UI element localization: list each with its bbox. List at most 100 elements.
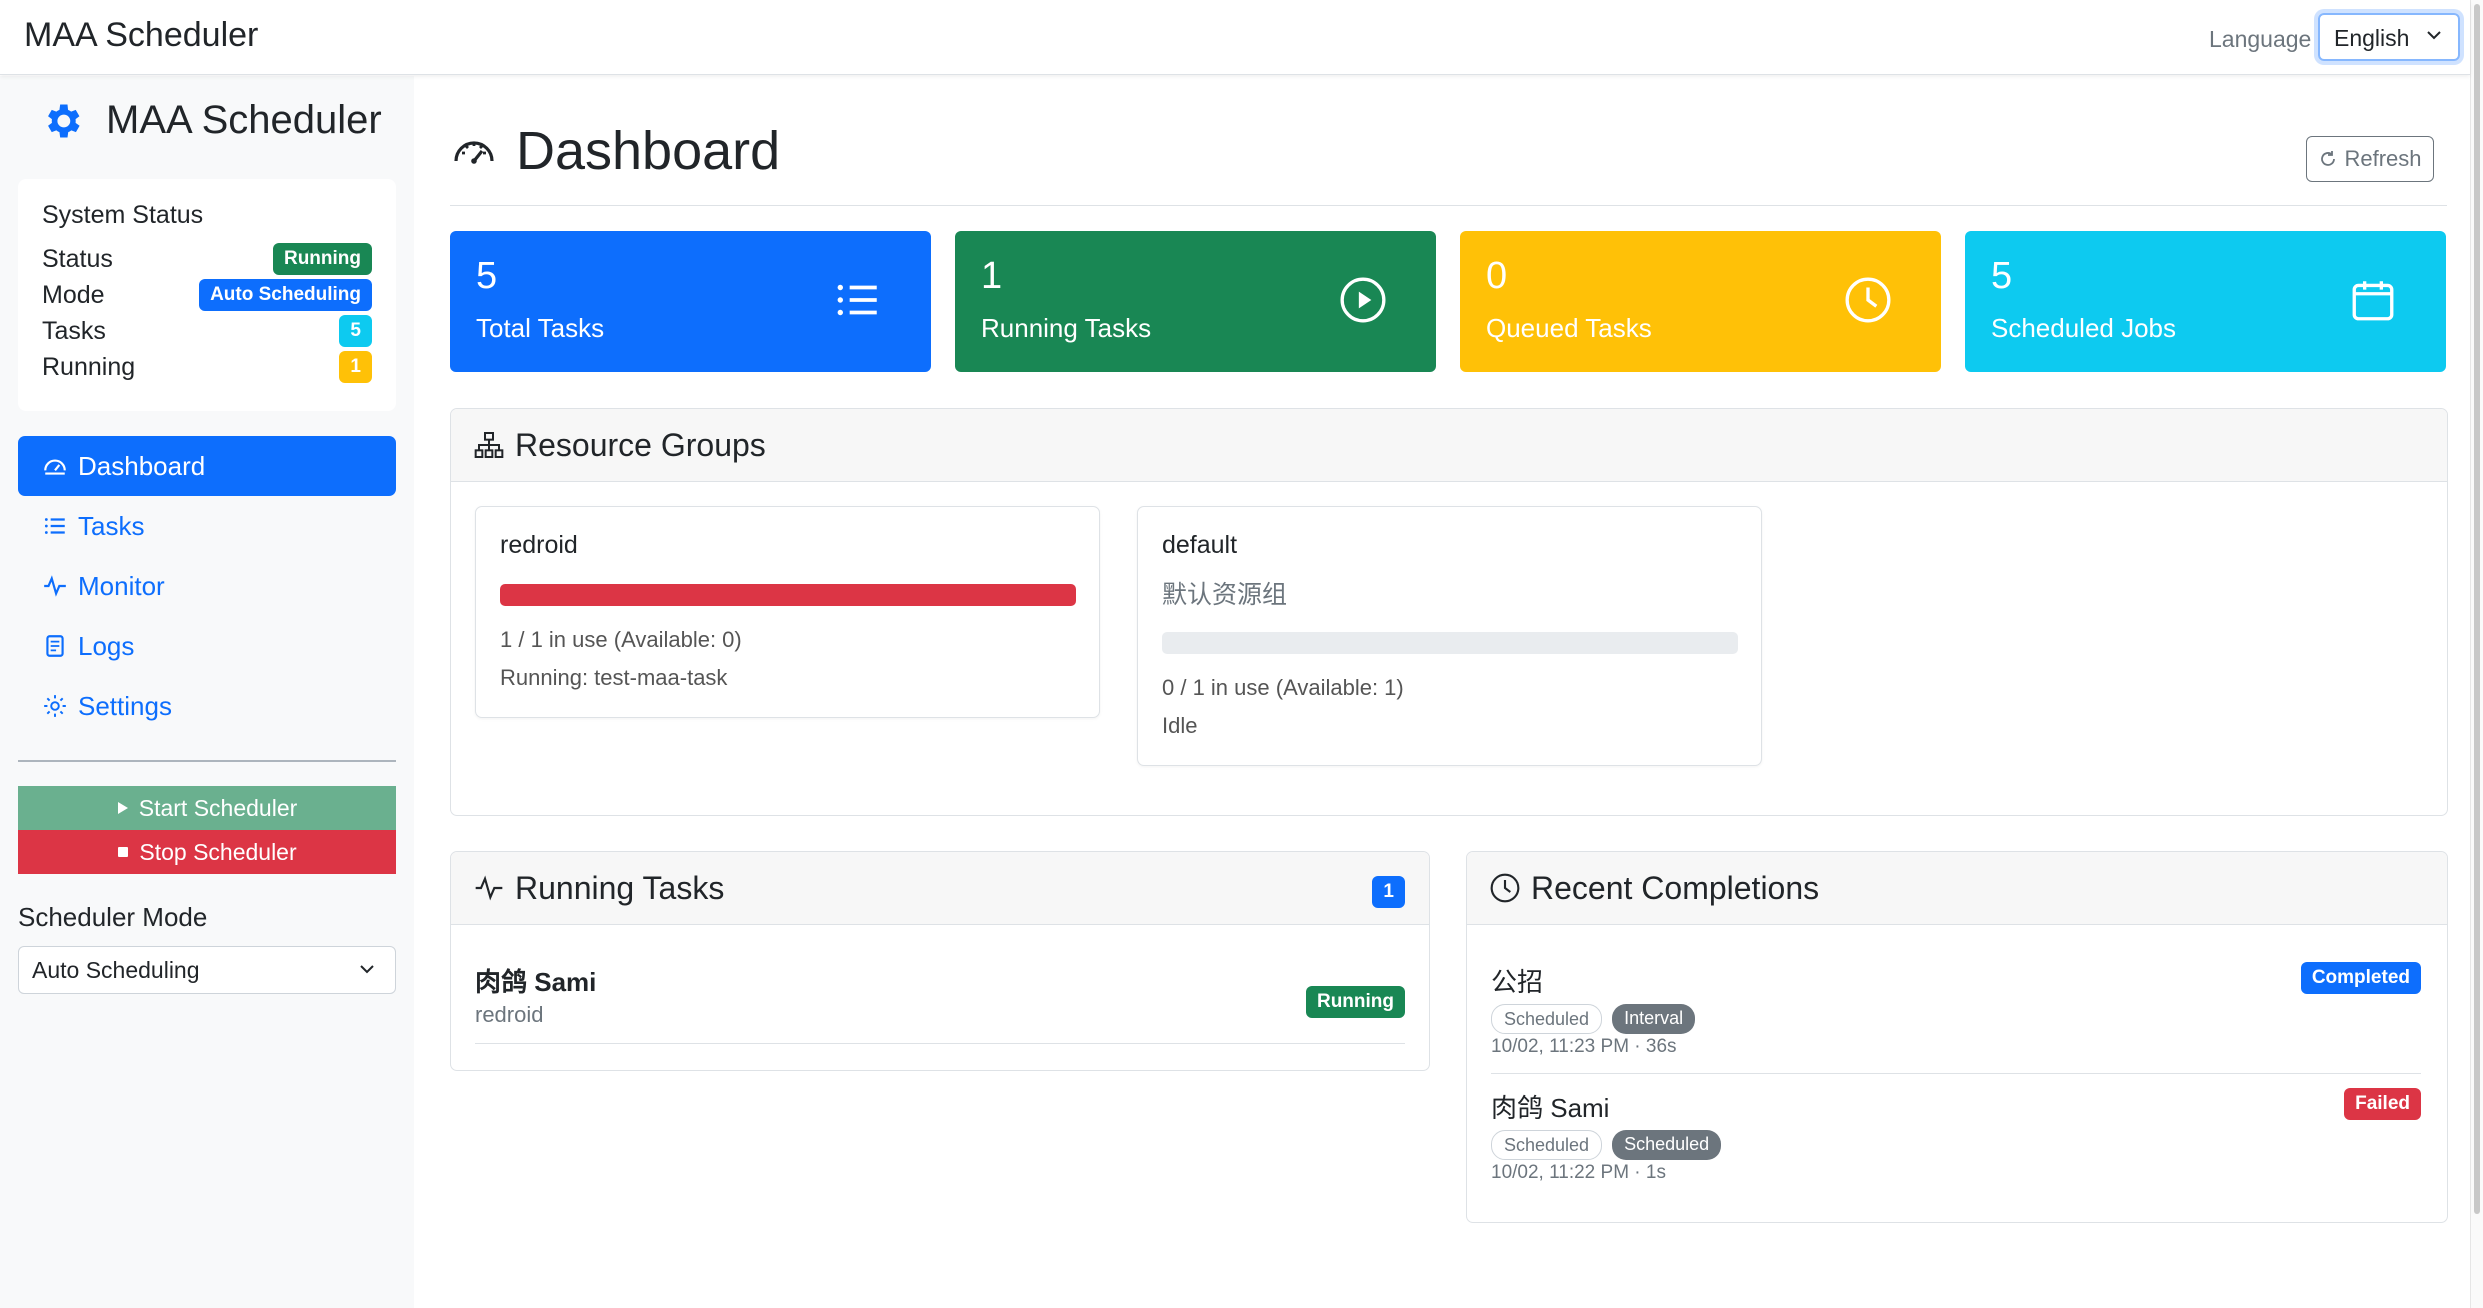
gear-icon — [44, 695, 66, 717]
scrollbar-thumb[interactable] — [2474, 4, 2480, 1214]
completion-status-badge: Failed — [2344, 1088, 2421, 1120]
tasks-row-label: Tasks — [42, 317, 106, 345]
scheduler-mode-select[interactable]: Auto Scheduling — [18, 946, 396, 994]
stop-scheduler-label: Stop Scheduler — [139, 838, 297, 865]
stat-card-queued-tasks[interactable]: 0 Queued Tasks — [1460, 231, 1941, 372]
resource-group-description: 默认资源组 — [1162, 581, 1288, 609]
status-badge: Running — [272, 243, 372, 275]
stat-card-scheduled-jobs[interactable]: 5 Scheduled Jobs — [1965, 231, 2446, 372]
running-task-name: 肉鸽 Sami — [475, 967, 597, 997]
trigger-tag: Scheduled — [1491, 1130, 1603, 1160]
resource-usage-fill — [500, 584, 1076, 606]
language-select[interactable]: English — [2318, 13, 2460, 61]
tasks-count-badge: 5 — [339, 315, 372, 347]
sidebar-item-label: Dashboard — [78, 450, 206, 481]
resource-group-card-redroid[interactable]: redroid 1 / 1 in use (Available: 0) Runn… — [475, 506, 1100, 718]
list-icon — [44, 518, 65, 534]
speedometer-icon — [454, 141, 494, 164]
play-icon — [117, 802, 128, 814]
page-scrollbar[interactable] — [2470, 0, 2483, 1308]
sidebar-item-label: Settings — [78, 690, 172, 721]
resource-group-name: redroid — [500, 531, 578, 559]
system-status-header: System Status — [42, 201, 204, 229]
sidebar: MAA Scheduler System Status Status Runni… — [0, 76, 414, 1308]
sidebar-item-label: Logs — [78, 630, 135, 661]
running-row: Running 1 — [42, 351, 372, 385]
recent-completions-title: Recent Completions — [1531, 869, 1820, 906]
resource-usage-bar — [1162, 632, 1738, 654]
completion-task-name: 肉鸽 Sami — [1491, 1093, 1610, 1123]
sidebar-item-settings[interactable]: Settings — [18, 676, 396, 736]
completion-tags: Scheduled Scheduled — [1491, 1130, 1722, 1160]
resource-groups-title: Resource Groups — [515, 426, 766, 463]
document-icon — [46, 635, 64, 657]
gear-icon — [48, 104, 80, 137]
completion-task-name: 公招 — [1491, 967, 1544, 997]
resource-group-card-default[interactable]: default 默认资源组 0 / 1 in use (Available: 1… — [1137, 506, 1762, 766]
status-row-label: Status — [42, 245, 113, 273]
stop-scheduler-button[interactable]: Stop Scheduler — [18, 830, 396, 874]
refresh-button[interactable]: Refresh — [2306, 136, 2434, 182]
resource-usage-text: 0 / 1 in use (Available: 1) — [1162, 675, 1404, 700]
stat-label: Total Tasks — [476, 313, 605, 343]
stat-label: Running Tasks — [981, 313, 1152, 343]
running-tasks-title: Running Tasks — [515, 869, 725, 906]
play-circle-icon — [1340, 277, 1386, 323]
running-count-badge: 1 — [339, 351, 372, 383]
resource-usage-text: 1 / 1 in use (Available: 0) — [500, 627, 742, 652]
running-task-status-badge: Running — [1305, 986, 1405, 1018]
start-scheduler-label: Start Scheduler — [138, 794, 298, 821]
sidebar-title: MAA Scheduler — [40, 98, 382, 143]
page-title: Dashboard — [450, 120, 780, 182]
diagram-icon — [474, 432, 504, 458]
tasks-row: Tasks 5 — [42, 315, 372, 349]
running-task-item[interactable]: 肉鸽 Sami redroid Running — [475, 962, 1405, 1044]
list-icon — [837, 284, 877, 316]
trigger-tag: Scheduled — [1491, 1004, 1603, 1034]
refresh-label: Refresh — [2344, 146, 2422, 171]
schedule-type-tag: Scheduled — [1612, 1130, 1722, 1160]
mode-row: Mode Auto Scheduling — [42, 279, 372, 313]
completion-item[interactable]: 公招 Scheduled Interval 10/02, 11:23 PM · … — [1491, 962, 2421, 1074]
clock-icon — [1845, 277, 1891, 323]
start-scheduler-button[interactable]: Start Scheduler — [18, 786, 396, 830]
stat-value: 5 — [1991, 255, 2013, 297]
stat-card-total-tasks[interactable]: 5 Total Tasks — [450, 231, 931, 372]
running-task-group: redroid — [475, 1002, 544, 1027]
resource-groups-header: Resource Groups — [451, 409, 2447, 482]
completion-meta: 10/02, 11:22 PM · 1s — [1491, 1162, 1666, 1183]
completion-meta: 10/02, 11:23 PM · 36s — [1491, 1036, 1677, 1057]
completion-status-badge: Completed — [2300, 962, 2421, 994]
sidebar-item-tasks[interactable]: Tasks — [18, 496, 396, 556]
sidebar-item-logs[interactable]: Logs — [18, 616, 396, 676]
activity-icon — [475, 875, 503, 901]
sidebar-item-dashboard[interactable]: Dashboard — [18, 436, 396, 496]
sidebar-item-monitor[interactable]: Monitor — [18, 556, 396, 616]
system-status-card: System Status Status Running Mode Auto S… — [18, 179, 396, 411]
chevron-down-icon — [2427, 31, 2441, 40]
resource-groups-card: Resource Groups redroid 1 / 1 in use (Av… — [450, 408, 2448, 816]
resource-usage-bar — [500, 584, 1076, 606]
running-row-label: Running — [42, 353, 136, 381]
scheduler-mode-value: Auto Scheduling — [32, 957, 200, 983]
schedule-type-tag: Interval — [1612, 1004, 1696, 1034]
title-divider — [450, 205, 2447, 206]
stat-value: 5 — [476, 255, 498, 297]
navbar-brand[interactable]: MAA Scheduler — [24, 16, 258, 55]
language-label: Language — [2209, 26, 2312, 52]
mode-badge: Auto Scheduling — [199, 279, 372, 311]
sidebar-item-label: Monitor — [78, 570, 165, 601]
recent-completions-header: Recent Completions — [1467, 852, 2447, 925]
scheduler-mode-label: Scheduler Mode — [18, 902, 208, 932]
sidebar-title-text: MAA Scheduler — [106, 98, 382, 142]
stat-card-running-tasks[interactable]: 1 Running Tasks — [955, 231, 1436, 372]
refresh-icon — [2321, 151, 2336, 166]
language-select-value: English — [2334, 25, 2410, 51]
status-row: Status Running — [42, 243, 372, 277]
clock-icon — [1490, 873, 1520, 903]
resource-group-name: default — [1162, 531, 1238, 559]
stat-value: 1 — [981, 255, 1003, 297]
page-title-text: Dashboard — [516, 121, 781, 181]
running-tasks-count-badge: 1 — [1372, 876, 1405, 908]
completion-item[interactable]: 肉鸽 Sami Scheduled Scheduled 10/02, 11:22… — [1491, 1088, 2421, 1200]
